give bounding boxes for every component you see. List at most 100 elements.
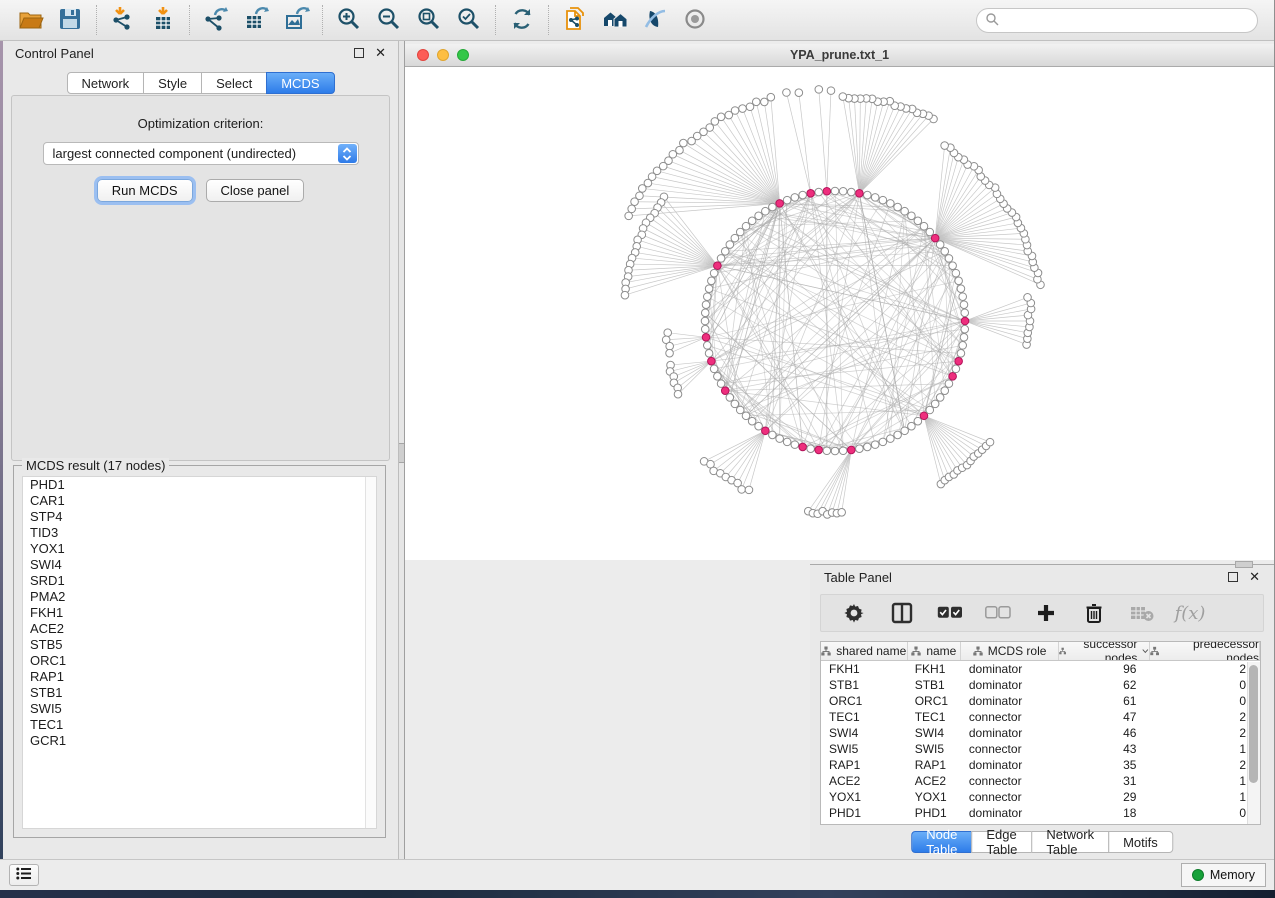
graph-node[interactable] [952, 365, 960, 373]
graph-node[interactable] [908, 422, 916, 430]
graph-node[interactable] [827, 87, 835, 95]
table-row[interactable]: PHD1PHD1dominator180 [821, 805, 1260, 821]
hide-details-button[interactable] [635, 3, 675, 37]
graph-node[interactable] [738, 486, 746, 494]
memory-button[interactable]: Memory [1181, 863, 1266, 887]
graph-node[interactable] [986, 438, 994, 446]
graph-node[interactable] [708, 357, 716, 365]
graph-node[interactable] [957, 285, 965, 293]
graph-node[interactable] [701, 317, 709, 325]
graph-node[interactable] [847, 446, 855, 454]
network-canvas[interactable] [405, 67, 1274, 560]
graph-node[interactable] [879, 438, 887, 446]
graph-node[interactable] [920, 412, 928, 420]
graph-node[interactable] [769, 431, 777, 439]
houses-button[interactable] [595, 3, 635, 37]
graph-node[interactable] [680, 139, 688, 147]
graph-node[interactable] [755, 422, 763, 430]
zoom-out-button[interactable] [369, 3, 409, 37]
graph-node[interactable] [736, 406, 744, 414]
graph-node[interactable] [914, 217, 922, 225]
table-row[interactable]: YOX1YOX1connector291 [821, 789, 1260, 805]
graph-node[interactable] [666, 342, 674, 350]
graph-node[interactable] [783, 89, 791, 97]
table-scrollbar-thumb[interactable] [1249, 665, 1258, 783]
graph-node[interactable] [767, 93, 775, 101]
graph-node[interactable] [941, 248, 949, 256]
graph-node[interactable] [621, 291, 629, 299]
mcds-result-item[interactable]: ORC1 [23, 653, 376, 669]
graph-node[interactable] [705, 350, 713, 358]
graph-node[interactable] [941, 142, 949, 150]
mcds-result-item[interactable]: PMA2 [23, 589, 376, 605]
graph-node[interactable] [838, 508, 846, 516]
float-panel-icon[interactable] [354, 48, 364, 58]
graph-node[interactable] [762, 207, 770, 215]
graph-node[interactable] [807, 190, 815, 198]
graph-node[interactable] [701, 325, 709, 333]
graph-node[interactable] [739, 105, 747, 113]
graph-node[interactable] [926, 228, 934, 236]
graph-node[interactable] [776, 435, 784, 443]
mcds-result-item[interactable]: TID3 [23, 525, 376, 541]
mcds-result-item[interactable]: YOX1 [23, 541, 376, 557]
column-header-MCDS-role[interactable]: MCDS role [961, 642, 1059, 660]
tab-select[interactable]: Select [201, 72, 267, 94]
graph-node[interactable] [960, 333, 968, 341]
graph-node[interactable] [761, 98, 769, 106]
mcds-result-item[interactable]: GCR1 [23, 733, 376, 749]
refresh-button[interactable] [502, 3, 542, 37]
mcds-result-item[interactable]: TEC1 [23, 717, 376, 733]
graph-node[interactable] [783, 196, 791, 204]
graph-node[interactable] [894, 431, 902, 439]
mcds-result-list[interactable]: PHD1CAR1STP4TID3YOX1SWI4SRD1PMA2FKH1ACE2… [22, 476, 377, 829]
graph-node[interactable] [894, 203, 902, 211]
graph-node[interactable] [945, 255, 953, 263]
table-row[interactable]: STB1STB1dominator620 [821, 677, 1260, 693]
graph-node[interactable] [955, 357, 963, 365]
graph-node[interactable] [704, 293, 712, 301]
graph-node[interactable] [823, 447, 831, 455]
new-network-button[interactable] [555, 3, 595, 37]
search-box[interactable] [976, 8, 1258, 33]
graph-node[interactable] [931, 400, 939, 408]
graph-node[interactable] [702, 301, 710, 309]
graph-node[interactable] [920, 222, 928, 230]
tab-node-table[interactable]: Node Table [911, 831, 972, 853]
add-column-icon[interactable] [1033, 600, 1059, 626]
column-header-name[interactable]: name [908, 642, 962, 660]
graph-node[interactable] [961, 309, 969, 317]
graph-node[interactable] [831, 187, 839, 195]
tab-motifs[interactable]: Motifs [1108, 831, 1173, 853]
import-table-button[interactable] [143, 3, 183, 37]
mcds-result-item[interactable]: SRD1 [23, 573, 376, 589]
graph-node[interactable] [762, 427, 770, 435]
trash-icon[interactable] [1081, 600, 1107, 626]
graph-node[interactable] [945, 380, 953, 388]
table-row[interactable]: ACE2ACE2connector311 [821, 773, 1260, 789]
save-session-button[interactable] [50, 3, 90, 37]
graph-node[interactable] [748, 417, 756, 425]
graph-node[interactable] [664, 329, 672, 337]
task-history-button[interactable] [9, 864, 39, 886]
graph-node[interactable] [961, 325, 969, 333]
graph-node[interactable] [628, 205, 636, 213]
select-all-icon[interactable] [937, 600, 963, 626]
mcds-result-item[interactable]: PHD1 [23, 477, 376, 493]
graph-node[interactable] [949, 373, 957, 381]
graph-node[interactable] [717, 255, 725, 263]
mcds-result-item[interactable]: FKH1 [23, 605, 376, 621]
graph-node[interactable] [955, 277, 963, 285]
export-image-button[interactable] [276, 3, 316, 37]
graph-node[interactable] [959, 293, 967, 301]
splitter-grip[interactable] [399, 443, 404, 463]
table-row[interactable]: FKH1FKH1dominator962 [821, 661, 1260, 677]
graph-node[interactable] [625, 212, 633, 220]
gear-icon[interactable] [841, 600, 867, 626]
graph-node[interactable] [960, 301, 968, 309]
mcds-list-scrollbar[interactable] [365, 477, 376, 828]
graph-node[interactable] [666, 349, 674, 357]
close-panel-icon[interactable]: ✕ [375, 48, 386, 58]
graph-node[interactable] [726, 241, 734, 249]
tab-network-table[interactable]: Network Table [1031, 831, 1109, 853]
